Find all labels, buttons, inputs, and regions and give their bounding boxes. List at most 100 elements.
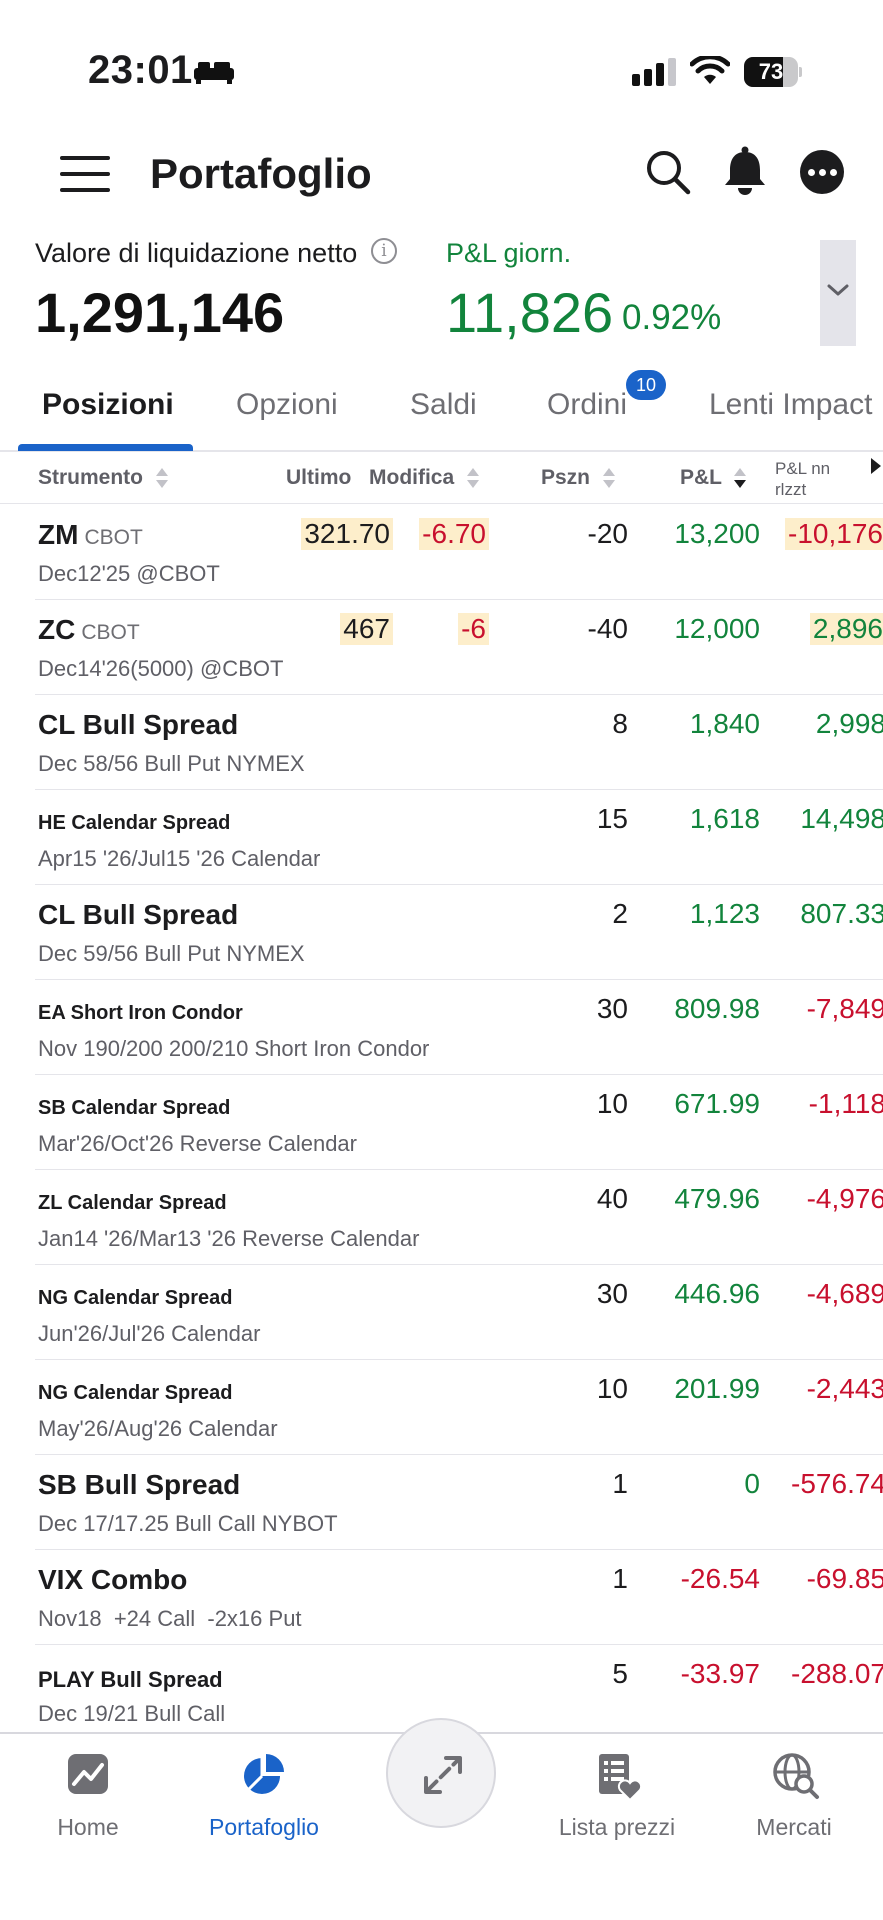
trade-fab-button[interactable] xyxy=(386,1718,496,1828)
scroll-right-icon[interactable] xyxy=(870,456,882,476)
sort-icon xyxy=(602,468,615,489)
position-unrealized-pnl: -4,976 xyxy=(806,1183,883,1214)
position-quantity: 1 xyxy=(612,1468,628,1499)
position-symbol: PLAY Bull Spread xyxy=(38,1667,223,1692)
column-instrument[interactable]: Strumento xyxy=(38,466,169,490)
column-unrealized-pnl[interactable]: P&L nn rlzzt xyxy=(775,458,830,500)
sort-icon xyxy=(467,468,480,489)
bell-icon[interactable] xyxy=(722,146,768,196)
position-symbol: ZL Calendar Spread xyxy=(38,1192,227,1214)
position-exchange: CBOT xyxy=(84,526,143,549)
position-last: 467 xyxy=(340,613,393,645)
tab-options[interactable]: Opzioni xyxy=(236,388,338,422)
position-detail: Nov18 +24 Call -2x16 Put xyxy=(38,1606,302,1631)
position-detail: May'26/Aug'26 Calendar xyxy=(38,1416,278,1441)
position-row[interactable]: NG Calendar Spread Jun'26/Jul'26 Calenda… xyxy=(35,1265,883,1360)
position-symbol: SB Bull Spread xyxy=(38,1469,241,1500)
tab-orders[interactable]: Ordini xyxy=(547,388,627,422)
position-row[interactable]: SB Calendar Spread Mar'26/Oct'26 Reverse… xyxy=(35,1075,883,1170)
position-symbol: SB Calendar Spread xyxy=(38,1097,231,1119)
orders-count-badge: 10 xyxy=(626,370,666,400)
nav-home[interactable]: Home xyxy=(3,1734,173,1854)
position-detail: Dec 59/56 Bull Put NYMEX xyxy=(38,941,305,966)
globe-search-icon xyxy=(773,1753,819,1799)
more-icon[interactable] xyxy=(800,150,844,194)
position-detail: Nov 190/200 200/210 Short Iron Condor xyxy=(38,1036,430,1061)
position-symbol: VIX Combo xyxy=(38,1564,188,1595)
position-pnl: 201.99 xyxy=(674,1373,760,1404)
position-symbol: NG Calendar Spread xyxy=(38,1287,233,1309)
position-detail: Mar'26/Oct'26 Reverse Calendar xyxy=(38,1131,357,1156)
account-summary: Valore di liquidazione netto i 1,291,146… xyxy=(0,230,883,350)
position-change: -6 xyxy=(458,613,489,645)
position-quantity: 15 xyxy=(596,803,628,834)
battery-icon: 73 xyxy=(744,57,802,87)
sort-desc-icon xyxy=(734,468,747,489)
position-quantity: 8 xyxy=(612,708,628,739)
info-icon[interactable]: i xyxy=(371,238,397,264)
chevron-down-icon xyxy=(827,284,849,296)
sort-icon xyxy=(155,468,168,489)
position-change: -6.70 xyxy=(419,518,489,550)
position-quantity: 5 xyxy=(612,1658,628,1689)
position-last: 321.70 xyxy=(301,518,393,550)
tab-positions[interactable]: Posizioni xyxy=(42,388,174,422)
pie-chart-icon xyxy=(244,1754,284,1794)
position-pnl: 1,123 xyxy=(689,898,760,929)
portfolio-tabs: Posizioni Opzioni Saldi Ordini 10 Lenti … xyxy=(0,370,883,452)
search-icon[interactable] xyxy=(644,148,692,196)
column-pnl[interactable]: P&L xyxy=(680,466,747,490)
position-symbol: EA Short Iron Condor xyxy=(38,1002,243,1024)
position-pnl: 1,618 xyxy=(689,803,760,834)
positions-column-header: Strumento Ultimo Modifica Pszn P&L P&L n… xyxy=(0,452,883,504)
nav-portfolio[interactable]: Portafoglio xyxy=(179,1734,349,1854)
daily-pnl-percent: 0.92% xyxy=(622,298,722,337)
position-row[interactable]: SB Bull Spread Dec 17/17.25 Bull Call NY… xyxy=(35,1455,883,1550)
position-quantity: 10 xyxy=(596,1373,628,1404)
position-row[interactable]: ZC CBOT Dec14'26(5000) @CBOT 467 -6 -40 1… xyxy=(35,600,883,695)
position-row[interactable]: EA Short Iron Condor Nov 190/200 200/210… xyxy=(35,980,883,1075)
position-pnl: -33.97 xyxy=(680,1658,760,1689)
position-row[interactable]: ZM CBOT Dec12'25 @CBOT 321.70 -6.70 -20 1… xyxy=(35,505,883,600)
page-title: Portafoglio xyxy=(150,150,372,197)
position-detail: Jan14 '26/Mar13 '26 Reverse Calendar xyxy=(38,1226,420,1251)
position-detail: Dec12'25 @CBOT xyxy=(38,561,220,586)
tab-balances[interactable]: Saldi xyxy=(410,388,477,422)
position-unrealized-pnl: 2,896 xyxy=(809,613,883,645)
position-detail: Jun'26/Jul'26 Calendar xyxy=(38,1321,261,1346)
column-last[interactable]: Ultimo xyxy=(286,466,351,490)
nav-watchlist[interactable]: Lista prezzi xyxy=(532,1734,702,1854)
position-row[interactable]: CL Bull Spread Dec 59/56 Bull Put NYMEX … xyxy=(35,885,883,980)
wifi-icon xyxy=(690,56,730,84)
column-change[interactable]: Modifica xyxy=(369,466,480,490)
menu-icon[interactable] xyxy=(60,154,110,194)
position-detail: Apr15 '26/Jul15 '26 Calendar xyxy=(38,846,321,871)
position-unrealized-pnl: 2,998 xyxy=(815,708,883,739)
position-row[interactable]: NG Calendar Spread May'26/Aug'26 Calenda… xyxy=(35,1360,883,1455)
position-detail: Dec 17/17.25 Bull Call NYBOT xyxy=(38,1511,338,1536)
position-row[interactable]: VIX Combo Nov18 +24 Call -2x16 Put 1 -26… xyxy=(35,1550,883,1645)
signal-icon xyxy=(632,58,676,86)
position-row[interactable]: HE Calendar Spread Apr15 '26/Jul15 '26 C… xyxy=(35,790,883,885)
position-symbol: ZM xyxy=(38,519,79,550)
tab-impact-lens[interactable]: Lenti Impact xyxy=(709,388,872,422)
position-exchange: CBOT xyxy=(81,621,140,644)
position-unrealized-pnl: -10,176 xyxy=(785,518,883,550)
daily-pnl-label: P&L giorn. xyxy=(446,238,572,268)
status-time: 23:01 xyxy=(88,48,193,92)
status-bar: 23:01 73 xyxy=(0,0,883,130)
position-detail: Dec 58/56 Bull Put NYMEX xyxy=(38,751,305,776)
sleep-icon xyxy=(194,62,234,84)
expand-summary-button[interactable] xyxy=(820,240,856,346)
position-quantity: -20 xyxy=(587,518,628,549)
position-pnl: 809.98 xyxy=(674,993,760,1024)
position-unrealized-pnl: -1,118 xyxy=(808,1088,883,1119)
position-pnl: 1,840 xyxy=(689,708,760,739)
nav-markets[interactable]: Mercati xyxy=(709,1734,879,1854)
active-tab-indicator xyxy=(18,444,193,451)
position-pnl: 446.96 xyxy=(674,1278,760,1309)
position-row[interactable]: ZL Calendar Spread Jan14 '26/Mar13 '26 R… xyxy=(35,1170,883,1265)
column-position[interactable]: Pszn xyxy=(541,466,616,490)
positions-list: ZM CBOT Dec12'25 @CBOT 321.70 -6.70 -20 1… xyxy=(0,505,883,1740)
position-row[interactable]: CL Bull Spread Dec 58/56 Bull Put NYMEX … xyxy=(35,695,883,790)
